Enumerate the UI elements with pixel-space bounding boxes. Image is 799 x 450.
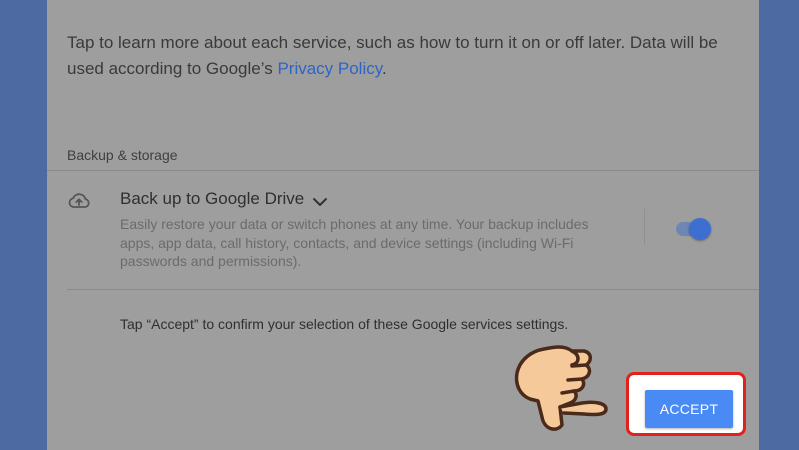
section-divider-label xyxy=(67,170,759,171)
cloud-upload-icon xyxy=(67,191,91,211)
backup-description: Easily restore your data or switch phone… xyxy=(120,216,589,269)
confirm-text: Tap “Accept” to confirm your selection o… xyxy=(120,316,569,332)
toggle-thumb xyxy=(689,218,711,240)
intro-body: Tap to learn more about each service, su… xyxy=(67,33,718,78)
backup-title: Back up to Google Drive xyxy=(120,189,305,208)
intro-suffix: . xyxy=(381,59,387,78)
accept-button[interactable]: ACCEPT xyxy=(645,390,733,428)
toggle-separator xyxy=(644,209,645,245)
backup-toggle[interactable] xyxy=(674,217,714,241)
pointing-hand-icon xyxy=(510,343,610,435)
backup-title-row[interactable]: Back up to Google Drive xyxy=(120,189,328,209)
section-divider-bottom xyxy=(67,289,759,290)
intro-text: Tap to learn more about each service, su… xyxy=(67,30,747,82)
chevron-down-icon[interactable] xyxy=(312,193,328,206)
section-label: Backup & storage xyxy=(67,147,178,163)
privacy-policy-link[interactable]: Privacy Policy xyxy=(277,59,382,78)
